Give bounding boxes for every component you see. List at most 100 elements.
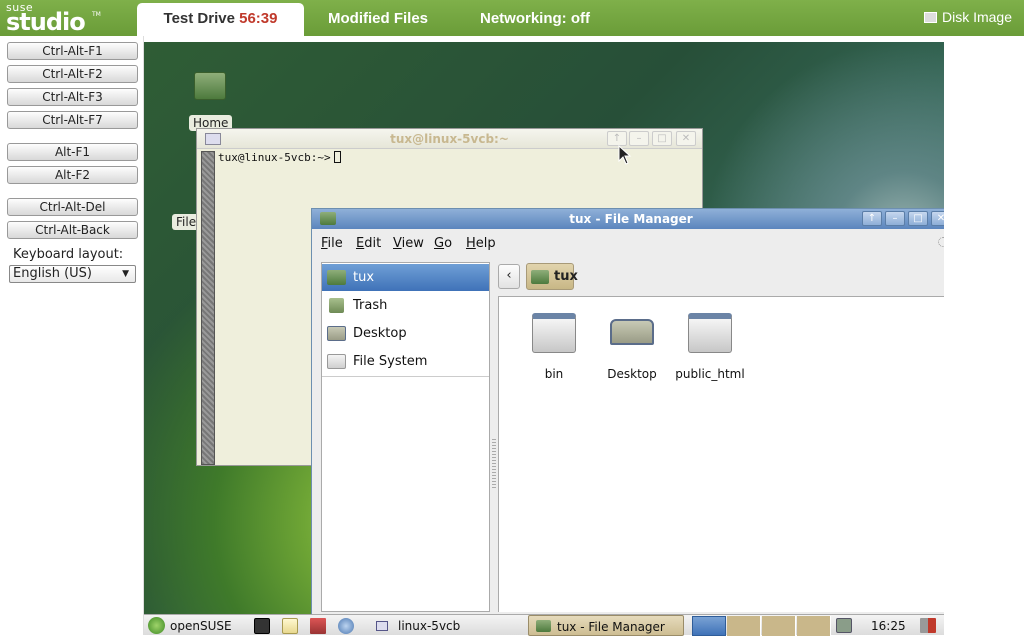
ctrl-alt-back-button[interactable]: Ctrl-Alt-Back xyxy=(7,221,138,239)
logo-studio-text: studio xyxy=(6,8,86,36)
terminal-launcher-icon[interactable] xyxy=(254,618,270,634)
terminal-minimize-button[interactable]: – xyxy=(629,131,649,146)
chevron-left-icon: ‹ xyxy=(506,268,512,283)
folder-content-view[interactable]: bin Desktop public_html xyxy=(498,296,944,612)
ctrl-alt-del-button[interactable]: Ctrl-Alt-Del xyxy=(7,198,138,216)
terminal-prompt[interactable]: tux@linux-5vcb:~> xyxy=(218,151,341,164)
keyboard-layout-value: English (US) xyxy=(13,266,92,281)
tab-test-drive-label: Test Drive xyxy=(163,10,235,27)
menu-view-rest: iew xyxy=(401,236,424,251)
tab-test-drive[interactable]: Test Drive 56:39 xyxy=(137,3,304,36)
menu-help-rest: elp xyxy=(475,236,496,251)
trash-applet-icon[interactable] xyxy=(836,618,852,633)
fm-minimize-button[interactable]: – xyxy=(885,211,905,226)
clock[interactable]: 16:25 xyxy=(871,615,906,636)
desktop-icon xyxy=(610,319,654,345)
folder-item-public-html[interactable]: public_html xyxy=(675,313,745,381)
fm-menu-bar: File Edit View Go Help xyxy=(312,229,944,255)
web-browser-launcher-icon[interactable] xyxy=(338,618,354,634)
place-file-system-label: File System xyxy=(353,354,428,369)
trash-icon xyxy=(329,298,344,313)
menu-edit-mnemonic: E xyxy=(356,236,365,251)
file-manager-title-bar[interactable]: tux - File Manager ↑ – □ ✕ xyxy=(312,209,944,229)
back-button[interactable]: ‹ xyxy=(498,264,520,289)
keyboard-layout-select[interactable]: English (US) ▼ xyxy=(9,265,136,283)
place-desktop[interactable]: Desktop xyxy=(322,320,489,347)
dropdown-arrow-icon: ▼ xyxy=(122,269,129,279)
fm-close-button[interactable]: ✕ xyxy=(931,211,944,226)
folder-item-bin[interactable]: bin xyxy=(519,313,589,381)
start-menu-button[interactable]: openSUSE xyxy=(144,615,232,636)
pane-resize-handle[interactable] xyxy=(492,439,496,489)
workspace-1[interactable] xyxy=(692,616,726,636)
place-trash-label: Trash xyxy=(353,298,388,313)
file-manager-window[interactable]: tux - File Manager ↑ – □ ✕ File Edit Vie… xyxy=(311,208,944,614)
workspace-4[interactable] xyxy=(797,616,831,636)
home-folder-icon xyxy=(327,270,346,285)
home-folder-icon xyxy=(531,270,549,284)
place-trash[interactable]: Trash xyxy=(322,292,489,319)
task-file-manager[interactable]: tux - File Manager xyxy=(528,615,684,636)
menu-file[interactable]: File xyxy=(321,236,343,251)
settings-launcher-icon[interactable] xyxy=(310,618,326,634)
logout-icon[interactable] xyxy=(920,618,936,633)
drive-icon xyxy=(327,354,346,369)
folder-item-label: Desktop xyxy=(607,367,657,381)
folder-item-label: bin xyxy=(544,367,564,381)
breadcrumb-label: tux xyxy=(554,269,578,284)
ctrl-alt-f1-button[interactable]: Ctrl-Alt-F1 xyxy=(7,42,138,60)
disk-image-button[interactable]: Disk Image xyxy=(923,0,1012,36)
file-manager-title: tux - File Manager xyxy=(569,212,693,226)
menu-view-mnemonic: V xyxy=(393,236,402,251)
place-tux-label: tux xyxy=(353,270,375,285)
folder-item-desktop[interactable]: Desktop xyxy=(597,313,667,381)
terminal-shade-button[interactable]: ↑ xyxy=(607,131,627,146)
menu-edit[interactable]: Edit xyxy=(356,236,381,251)
fm-shade-button[interactable]: ↑ xyxy=(862,211,882,226)
terminal-cursor xyxy=(333,151,341,163)
window-icon xyxy=(376,621,388,631)
menu-go[interactable]: Go xyxy=(434,236,452,251)
menu-go-rest: o xyxy=(444,236,453,251)
breadcrumb-tux[interactable]: tux xyxy=(526,263,578,290)
menu-go-mnemonic: G xyxy=(434,236,445,251)
terminal-scrollbar[interactable] xyxy=(201,151,215,465)
top-bar: suse studio TM Test Drive 56:39 Modified… xyxy=(0,0,1024,36)
terminal-close-button[interactable]: ✕ xyxy=(676,131,696,146)
ctrl-alt-f3-button[interactable]: Ctrl-Alt-F3 xyxy=(7,88,138,106)
tab-networking[interactable]: Networking: off xyxy=(480,0,590,36)
menu-help[interactable]: Help xyxy=(466,236,496,251)
tab-modified-files[interactable]: Modified Files xyxy=(328,0,428,36)
folder-icon xyxy=(532,313,576,353)
vm-taskbar: openSUSE linux-5vcb tux - File Manager 1… xyxy=(144,614,944,636)
key-sidebar: Ctrl-Alt-F1 Ctrl-Alt-F2 Ctrl-Alt-F3 Ctrl… xyxy=(0,36,144,635)
alt-f1-button[interactable]: Alt-F1 xyxy=(7,143,138,161)
workspace-2[interactable] xyxy=(727,616,761,636)
ctrl-alt-f2-button[interactable]: Ctrl-Alt-F2 xyxy=(7,65,138,83)
terminal-maximize-button[interactable]: □ xyxy=(652,131,672,146)
place-tux[interactable]: tux xyxy=(322,264,489,291)
folder-icon xyxy=(688,313,732,353)
fm-maximize-button[interactable]: □ xyxy=(908,211,928,226)
place-file-system[interactable]: File System xyxy=(322,348,489,375)
places-sidebar: tux Trash Desktop File System xyxy=(321,262,490,612)
vm-desktop[interactable]: Home File tux@linux-5vcb:~ ↑ – □ ✕ tux@l… xyxy=(144,42,944,614)
text-editor-launcher-icon[interactable] xyxy=(282,618,298,634)
start-menu-label: openSUSE xyxy=(170,619,232,633)
keyboard-layout-label: Keyboard layout: xyxy=(13,247,124,262)
home-folder-icon xyxy=(194,72,226,100)
place-desktop-label: Desktop xyxy=(353,326,407,341)
places-separator xyxy=(322,376,489,377)
workspace-3[interactable] xyxy=(762,616,796,636)
logo-tm-text: TM xyxy=(92,11,101,18)
menu-file-rest: ile xyxy=(327,236,343,251)
alt-f2-button[interactable]: Alt-F2 xyxy=(7,166,138,184)
folder-item-label: public_html xyxy=(675,367,745,381)
menu-view[interactable]: View xyxy=(393,236,424,251)
home-folder-icon xyxy=(536,620,551,632)
task-terminal-label: linux-5vcb xyxy=(398,619,461,633)
ctrl-alt-f7-button[interactable]: Ctrl-Alt-F7 xyxy=(7,111,138,129)
task-terminal[interactable]: linux-5vcb xyxy=(376,615,516,636)
home-desktop-icon[interactable] xyxy=(190,72,230,100)
suse-studio-logo: suse studio TM xyxy=(6,2,101,36)
